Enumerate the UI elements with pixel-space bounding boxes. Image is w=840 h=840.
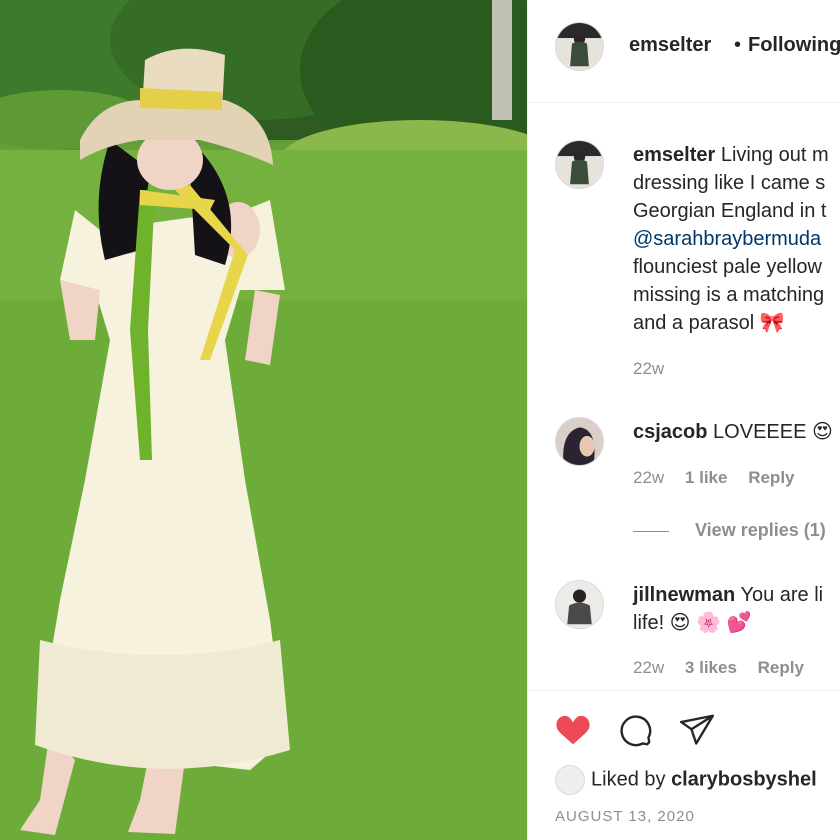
caption-line-5: flounciest pale yellow xyxy=(633,256,822,278)
comment-body: You are li xyxy=(740,584,824,606)
caption-line-3: Georgian England in t xyxy=(633,200,827,222)
caption-line-1: Living out m xyxy=(720,144,829,166)
post-photo-illustration xyxy=(0,0,527,840)
caption-text: emselter Living out m dressing like I ca… xyxy=(633,141,840,337)
comment-username[interactable]: csjacob xyxy=(633,421,707,443)
post-actions-bar: Liked by clarybosbyshel AUGUST 13, 2020 xyxy=(528,690,840,840)
comment-likes-count[interactable]: 3 likes xyxy=(685,658,737,677)
liked-by-username[interactable]: clarybosbyshel xyxy=(671,768,817,790)
comment-meta: 22w 3 likes Reply xyxy=(633,658,820,678)
comment-text: jillnewman You are li life! 😍 🌸 💕 xyxy=(633,581,840,637)
replies-divider-line xyxy=(633,530,669,532)
following-button[interactable]: Following xyxy=(748,34,840,57)
comment-body: LOVEEEE 😍 xyxy=(713,421,833,443)
comment-avatar[interactable] xyxy=(555,417,604,466)
comment-text: csjacob LOVEEEE 😍 xyxy=(633,418,840,446)
post-detail-panel: emselter • Following emselter Living out… xyxy=(527,0,840,840)
comment-body-line-2: life! 😍 🌸 💕 xyxy=(633,612,752,634)
comment-avatar[interactable] xyxy=(555,580,604,629)
post-header: emselter • Following xyxy=(528,0,840,103)
comment-timestamp[interactable]: 22w xyxy=(633,658,664,677)
view-replies-label: View replies (1) xyxy=(695,520,826,540)
comment-likes-count[interactable]: 1 like xyxy=(685,468,728,487)
liked-by-avatar[interactable] xyxy=(555,765,585,795)
author-username[interactable]: emselter xyxy=(629,34,711,57)
post-photo[interactable] xyxy=(0,0,527,840)
caption-timestamp[interactable]: 22w xyxy=(633,359,664,378)
caption-line-7: and a parasol 🎀 xyxy=(633,312,785,334)
view-replies-button[interactable]: View replies (1) xyxy=(633,520,826,541)
caption-line-6: missing is a matching xyxy=(633,284,825,306)
comment-username[interactable]: jillnewman xyxy=(633,584,735,606)
paper-plane-icon[interactable] xyxy=(678,711,716,749)
post-date[interactable]: AUGUST 13, 2020 xyxy=(555,808,695,825)
comment-meta: 22w 1 like Reply xyxy=(633,468,811,488)
caption-line-2: dressing like I came s xyxy=(633,172,826,194)
heart-filled-icon[interactable] xyxy=(554,711,592,749)
comment-reply-button[interactable]: Reply xyxy=(748,468,794,487)
liked-by-prefix: Liked by xyxy=(591,768,672,791)
comment-timestamp[interactable]: 22w xyxy=(633,468,664,487)
caption-author-avatar[interactable] xyxy=(555,140,604,189)
comment-bubble-icon[interactable] xyxy=(616,711,654,749)
caption-mention-link[interactable]: @sarahbraybermuda xyxy=(633,225,840,253)
caption-meta: 22w xyxy=(633,359,680,379)
liked-by-text: Liked by clarybosbyshel xyxy=(555,765,817,795)
separator-dot: • xyxy=(734,34,742,56)
author-avatar[interactable] xyxy=(555,22,604,71)
comment-reply-button[interactable]: Reply xyxy=(758,658,804,677)
caption-username[interactable]: emselter xyxy=(633,144,715,166)
